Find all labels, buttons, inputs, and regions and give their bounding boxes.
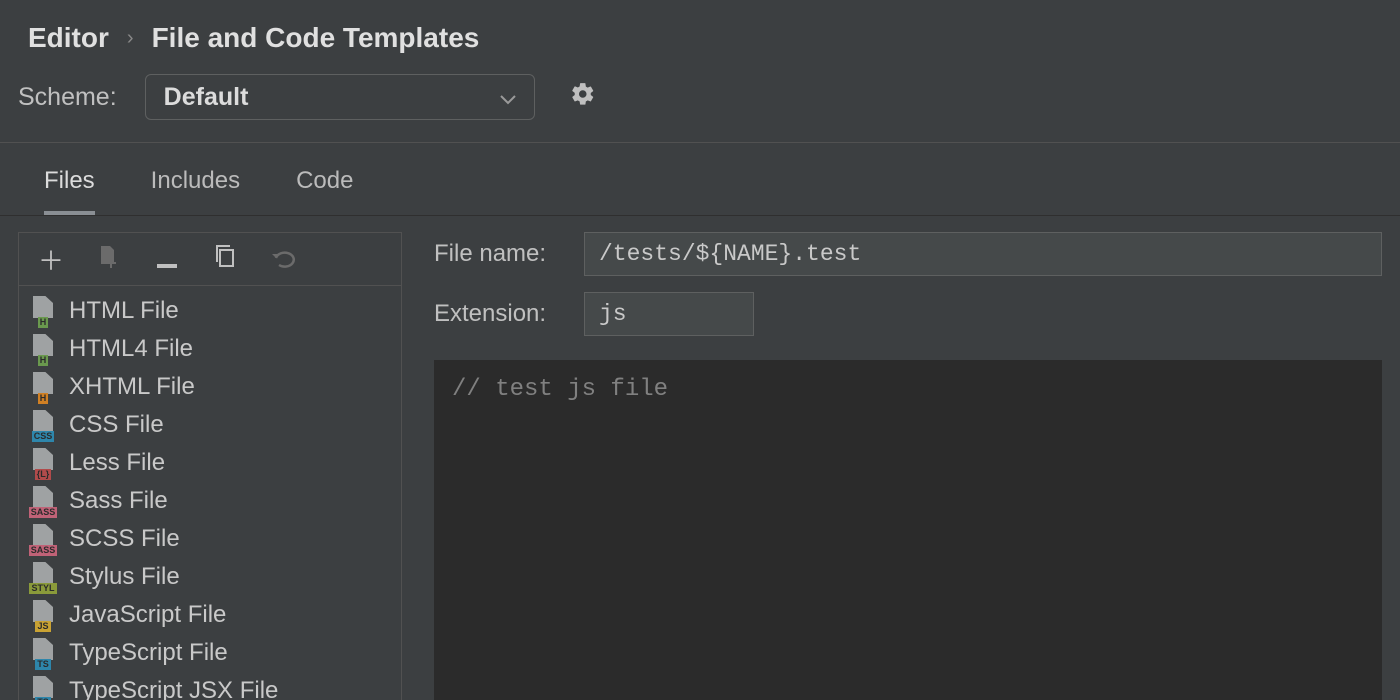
file-type-icon: JS [29,600,57,630]
copy-icon [214,244,236,275]
plus-icon: ＋ [38,241,64,278]
chevron-down-icon [500,83,516,112]
template-item-label: Less File [69,449,165,477]
template-item[interactable]: SASS SCSS File [19,520,401,558]
scheme-row: Scheme: Default [0,66,1400,143]
template-item-label: JavaScript File [69,601,226,629]
extension-label: Extension: [434,300,584,328]
scheme-select[interactable]: Default [145,74,535,120]
template-item-label: HTML4 File [69,335,193,363]
gear-icon [570,81,596,113]
template-panel: ＋ H HTML File [18,232,402,700]
file-type-icon: SASS [29,524,57,554]
filename-label: File name: [434,240,584,268]
template-item-label: TypeScript File [69,639,228,667]
scheme-settings-button[interactable] [563,77,603,117]
file-type-icon: H [29,334,57,364]
file-type-icon: TS [29,676,57,700]
breadcrumb: Editor › File and Code Templates [0,0,1400,66]
file-type-icon: H [29,372,57,402]
template-list[interactable]: H HTML File H HTML4 File H XHTML File CSS CSS F… [19,286,401,700]
filename-input[interactable] [584,232,1382,276]
template-item[interactable]: TS TypeScript File [19,634,401,672]
tab-includes[interactable]: Includes [151,167,240,215]
extension-row: Extension: [434,292,1382,336]
breadcrumb-root[interactable]: Editor [28,22,109,54]
file-type-icon: STYL [29,562,57,592]
tabs-bar: Files Includes Code [0,143,1400,216]
scheme-value: Default [164,83,249,112]
copy-template-button[interactable] [211,245,239,273]
revert-template-button[interactable] [269,245,297,273]
template-item-label: Sass File [69,487,168,515]
breadcrumb-separator-icon: › [127,27,134,50]
template-item[interactable]: CSS CSS File [19,406,401,444]
main-area: ＋ H HTML File [0,216,1400,700]
template-item-label: TypeScript JSX File [69,677,278,700]
file-type-icon: SASS [29,486,57,516]
template-item-label: Stylus File [69,563,180,591]
template-item[interactable]: STYL Stylus File [19,558,401,596]
template-item-label: XHTML File [69,373,195,401]
template-item[interactable]: SASS Sass File [19,482,401,520]
filename-row: File name: [434,232,1382,276]
add-child-template-button[interactable] [95,245,123,273]
add-template-button[interactable]: ＋ [37,245,65,273]
template-item[interactable]: JS JavaScript File [19,596,401,634]
editor-content: // test js file [452,376,668,403]
file-type-icon: H [29,296,57,326]
breadcrumb-page: File and Code Templates [152,22,480,54]
template-editor-panel: File name: Extension: // test js file [402,232,1382,700]
template-item-label: SCSS File [69,525,180,553]
template-item[interactable]: {L} Less File [19,444,401,482]
remove-template-button[interactable] [153,245,181,273]
file-type-icon: TS [29,638,57,668]
tab-code[interactable]: Code [296,167,353,215]
template-code-editor[interactable]: // test js file [434,360,1382,700]
file-type-icon: {L} [29,448,57,478]
tab-files[interactable]: Files [44,167,95,215]
undo-icon [270,244,296,275]
template-item-label: HTML File [69,297,179,325]
add-file-icon [98,244,120,275]
extension-input[interactable] [584,292,754,336]
template-item[interactable]: H XHTML File [19,368,401,406]
file-type-icon: CSS [29,410,57,440]
template-item[interactable]: H HTML File [19,292,401,330]
template-toolbar: ＋ [19,233,401,286]
minus-icon [157,244,177,275]
template-item[interactable]: H HTML4 File [19,330,401,368]
scheme-label: Scheme: [18,83,117,112]
template-item-label: CSS File [69,411,164,439]
template-item[interactable]: TS TypeScript JSX File [19,672,401,700]
